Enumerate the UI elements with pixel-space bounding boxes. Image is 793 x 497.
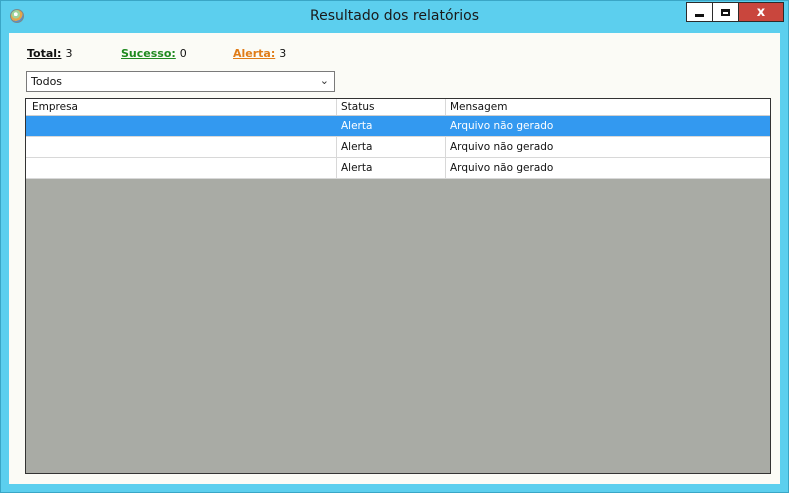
close-button[interactable]: x <box>739 2 784 22</box>
cell-mensagem[interactable]: Arquivo não gerado <box>446 158 770 178</box>
cell-mensagem[interactable]: Arquivo não gerado <box>446 116 770 136</box>
sucesso-value: 0 <box>179 47 187 60</box>
cell-status[interactable]: Alerta <box>337 137 446 157</box>
sucesso-label[interactable]: Sucesso: <box>121 47 176 60</box>
summary-sucesso: Sucesso: 0 <box>121 47 187 60</box>
minimize-button[interactable] <box>686 2 713 22</box>
title-bar[interactable]: Resultado dos relatórios x <box>1 1 788 33</box>
alerta-value: 3 <box>279 47 287 60</box>
total-value: 3 <box>65 47 73 60</box>
close-icon: x <box>756 4 766 20</box>
summary-alerta: Alerta: 3 <box>233 47 286 60</box>
table-row[interactable]: Alerta Arquivo não gerado <box>26 158 770 179</box>
cell-status[interactable]: Alerta <box>337 116 446 136</box>
client-area: Total: 3 Sucesso: 0 Alerta: 3 Todos ⌄ Empre… <box>9 33 780 484</box>
column-header-status[interactable]: Status <box>337 99 446 115</box>
summary-total: Total: 3 <box>27 47 72 60</box>
table-row[interactable]: Alerta Arquivo não gerado <box>26 116 770 137</box>
cell-empresa[interactable] <box>26 158 337 178</box>
alerta-label[interactable]: Alerta: <box>233 47 275 60</box>
cell-mensagem[interactable]: Arquivo não gerado <box>446 137 770 157</box>
cell-empresa[interactable] <box>26 116 337 136</box>
status-filter-select[interactable]: Todos ⌄ <box>26 71 335 92</box>
maximize-button[interactable] <box>713 2 739 22</box>
grid-header: Empresa Status Mensagem <box>26 99 770 116</box>
window-title: Resultado dos relatórios <box>309 8 480 24</box>
maximize-icon <box>721 8 730 16</box>
total-label[interactable]: Total: <box>27 47 61 60</box>
cell-empresa[interactable] <box>26 137 337 157</box>
table-row[interactable]: Alerta Arquivo não gerado <box>26 137 770 158</box>
chevron-down-icon[interactable]: ⌄ <box>320 74 329 87</box>
column-header-mensagem[interactable]: Mensagem <box>446 99 770 115</box>
minimize-icon <box>695 13 704 17</box>
column-header-empresa[interactable]: Empresa <box>26 99 337 115</box>
report-results-window: Resultado dos relatórios x Total: 3 Suces… <box>0 0 789 493</box>
cell-status[interactable]: Alerta <box>337 158 446 178</box>
status-filter-value: Todos <box>31 75 63 88</box>
results-grid[interactable]: Empresa Status Mensagem Alerta Arquivo n… <box>25 98 771 474</box>
